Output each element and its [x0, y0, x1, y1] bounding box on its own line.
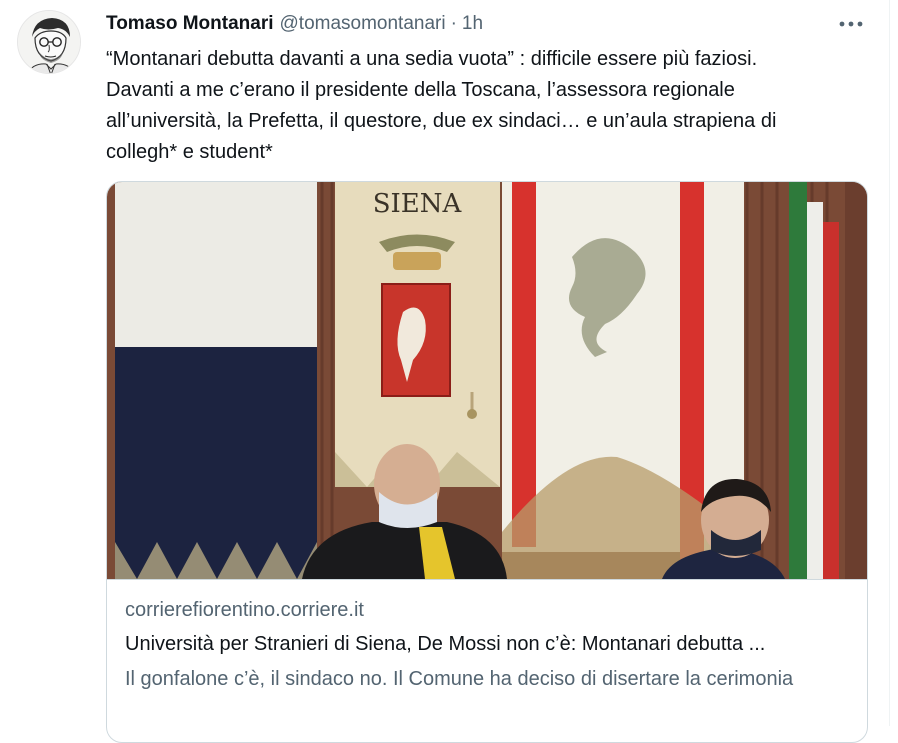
- author-name[interactable]: Tomaso Montanari: [106, 13, 274, 35]
- more-options-button[interactable]: [836, 13, 866, 35]
- timeline-border: [889, 0, 890, 726]
- author-handle[interactable]: @tomasomontanari: [280, 13, 446, 35]
- more-options-icon: [839, 21, 863, 27]
- author-avatar[interactable]: [17, 10, 81, 74]
- card-title: Università per Stranieri di Siena, De Mo…: [125, 633, 766, 655]
- card-divider: [107, 579, 867, 580]
- link-preview-card[interactable]: SIENA corrierefiorentino.corriere.it Uni…: [106, 181, 868, 743]
- siena-banner-text: SIENA: [373, 189, 463, 219]
- card-image: SIENA: [107, 182, 867, 579]
- tweet-header: Tomaso Montanari @tomasomontanari · 1h: [106, 12, 483, 36]
- card-description: Il gonfalone c’è, il sindaco no. Il Comu…: [125, 668, 794, 690]
- header-separator: ·: [450, 13, 457, 34]
- tweet-timestamp[interactable]: 1h: [462, 13, 483, 35]
- tweet-text: “Montanari debutta davanti a una sedia v…: [106, 48, 777, 163]
- avatar-sketch-icon: [18, 11, 80, 73]
- card-domain: corrierefiorentino.corriere.it: [125, 599, 364, 621]
